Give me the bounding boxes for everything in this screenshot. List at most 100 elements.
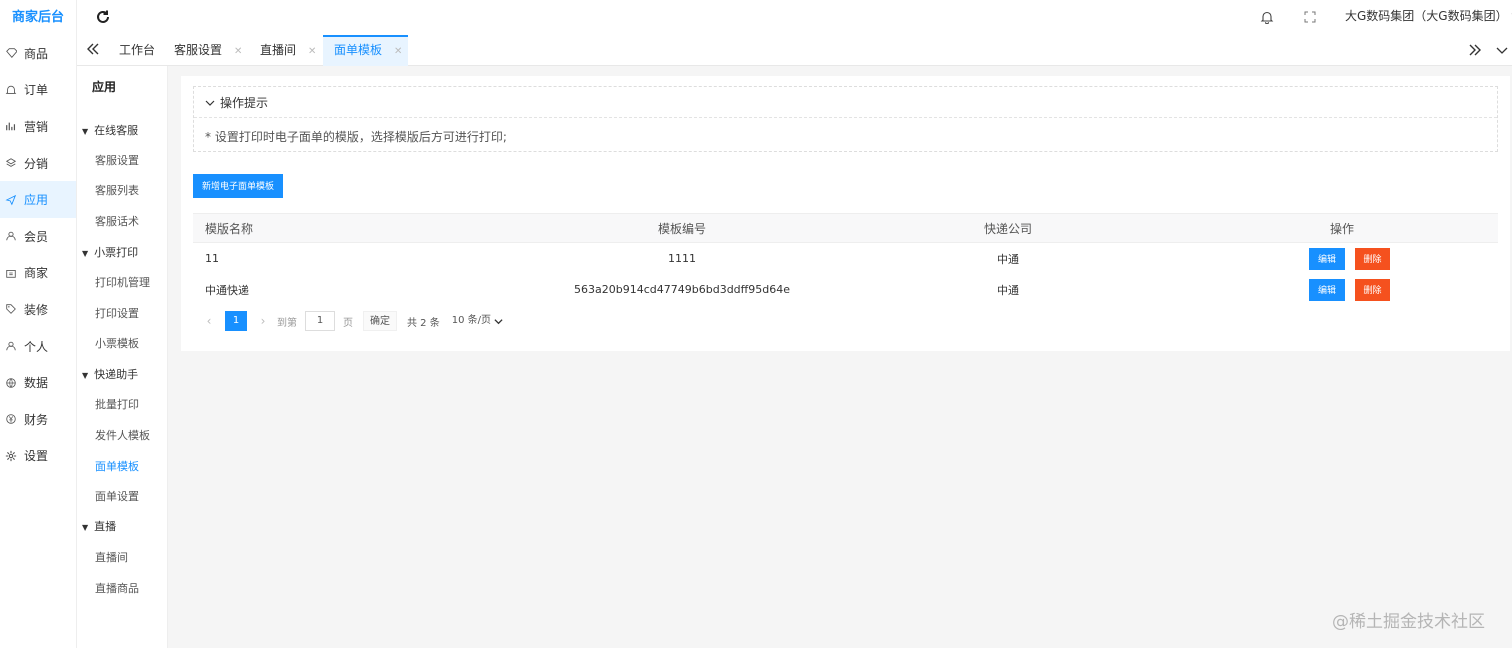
sub-item-print-settings[interactable]: 打印设置 (95, 305, 139, 321)
edit-button[interactable]: 编辑 (1309, 278, 1345, 301)
diamond-icon (4, 46, 18, 60)
chevron-right-icon[interactable]: › (257, 314, 269, 328)
store-icon (4, 266, 18, 280)
delete-button[interactable]: 删除 (1355, 278, 1390, 301)
chart-icon (4, 119, 18, 133)
main-nav-item[interactable]: 设置 (0, 438, 76, 475)
main-nav-label: 数据 (24, 376, 49, 391)
cell-name: 11 (205, 252, 219, 265)
sub-item-printer-manage[interactable]: 打印机管理 (95, 274, 150, 290)
column-header-corp: 快递公司 (983, 221, 1032, 236)
tip-box: 操作提示 * 设置打印时电子面单的模版，选择模版后方可进行打印; (193, 86, 1498, 152)
sub-item-service-list[interactable]: 客服列表 (95, 182, 139, 198)
layers-icon (4, 156, 18, 170)
send-icon (4, 193, 18, 207)
bell-icon[interactable] (1260, 10, 1274, 24)
cell-corp: 中通 (997, 283, 1019, 297)
cell-code: 1111 (668, 252, 696, 265)
sub-item-batch-print[interactable]: 批量打印 (95, 396, 139, 412)
total-count: 共 2 条 (407, 317, 440, 329)
triangle-down-icon: ▼ (82, 127, 89, 136)
tip-header[interactable]: 操作提示 (205, 94, 268, 111)
yen-icon (4, 412, 18, 426)
user-menu[interactable]: 大G数码集团（大G数码集团）▼ (1345, 0, 1512, 35)
pagination: ‹ 1 › 到第 1 页 确定 共 2 条 10 条/页 (203, 310, 507, 332)
page-1-button[interactable]: 1 (225, 311, 247, 331)
triangle-down-icon: ▼ (82, 249, 89, 258)
double-chevron-left-icon[interactable] (85, 41, 101, 57)
bell-icon (4, 83, 18, 97)
content-panel: 操作提示 * 设置打印时电子面单的模版，选择模版后方可进行打印; 新增电子面单模… (181, 76, 1510, 351)
sub-item-waybill-settings[interactable]: 面单设置 (95, 488, 139, 504)
main-nav-item[interactable]: 会员 (0, 218, 76, 255)
goto-confirm-button[interactable]: 确定 (363, 311, 397, 331)
goto-page-input[interactable]: 1 (305, 311, 335, 331)
tag-icon (4, 302, 18, 316)
person-icon (4, 339, 18, 353)
sub-item-service-settings[interactable]: 客服设置 (95, 152, 139, 168)
fullscreen-icon[interactable] (1303, 10, 1317, 24)
group-receipt-print[interactable]: ▼ 小票打印 (82, 244, 138, 260)
group-express-helper[interactable]: ▼ 快递助手 (82, 366, 138, 382)
template-table: 模版名称 模板编号 快递公司 操作 11 1111 中通 编辑 删除 中通快递 … (193, 213, 1498, 305)
main-nav-item[interactable]: 商家 (0, 255, 76, 292)
user-name: 大G数码集团（大G数码集团） (1345, 9, 1508, 23)
user-icon (4, 229, 18, 243)
goto-label: 到第 (277, 317, 297, 329)
chevron-down-icon[interactable] (1495, 43, 1509, 57)
main-nav: 商品订单营销分销应用会员商家装修 个人数据财务设置 (0, 35, 76, 474)
sub-item-receipt-template[interactable]: 小票模板 (95, 335, 139, 351)
table-row: 中通快递 563a20b914cd47749b6bd3ddff95d64e 中通… (193, 274, 1498, 305)
tabs-bar: 工作台 客服设置 ✕ 直播间 ✕ 面单模板 ✕ (77, 35, 1512, 66)
triangle-down-icon: ▼ (82, 371, 89, 380)
close-icon[interactable]: ✕ (394, 46, 402, 57)
sub-item-live-products[interactable]: 直播商品 (95, 580, 139, 596)
close-icon[interactable]: ✕ (234, 46, 242, 57)
edit-button[interactable]: 编辑 (1309, 247, 1345, 270)
sub-item-sender-template[interactable]: 发件人模板 (95, 427, 150, 443)
tip-body: * 设置打印时电子面单的模版，选择模版后方可进行打印; (205, 130, 507, 144)
sub-item-waybill-template[interactable]: 面单模板 (95, 458, 139, 474)
delete-button[interactable]: 删除 (1355, 247, 1390, 270)
tip-divider (194, 117, 1497, 118)
tab-waybill-template[interactable]: 面单模板 ✕ (323, 35, 408, 66)
main-nav-label: 订单 (24, 83, 49, 98)
refresh-icon[interactable] (95, 9, 111, 25)
main-nav-item[interactable]: 财务 (0, 401, 76, 438)
tab-workbench[interactable]: 工作台 (119, 35, 155, 66)
main-nav-label: 商家 (24, 266, 49, 281)
double-chevron-right-icon[interactable] (1467, 42, 1483, 58)
sub-item-live-room[interactable]: 直播间 (95, 549, 128, 565)
main-nav-label: 分销 (24, 156, 49, 171)
page-size-select[interactable]: 10 条/页 (448, 311, 507, 331)
globe-icon (4, 376, 18, 390)
tab-live-room[interactable]: 直播间 ✕ (260, 35, 316, 66)
gear-icon (4, 449, 18, 463)
cell-name: 中通快递 (205, 283, 249, 297)
main-nav-item[interactable]: 装修 (0, 291, 76, 328)
table-header: 模版名称 模板编号 快递公司 操作 (193, 213, 1498, 243)
close-icon[interactable]: ✕ (308, 46, 316, 57)
main-nav-item[interactable]: 商品 (0, 35, 76, 72)
main-nav-item[interactable]: 营销 (0, 108, 76, 145)
brand-title[interactable]: 商家后台 (0, 0, 76, 35)
main-nav-item[interactable]: 个人 (0, 328, 76, 365)
sub-sidebar-title: 应用 (92, 80, 117, 94)
chevron-down-icon (205, 100, 215, 106)
add-waybill-template-button[interactable]: 新增电子面单模板 (193, 174, 283, 198)
group-online-service[interactable]: ▼ 在线客服 (82, 122, 138, 138)
tab-service-settings[interactable]: 客服设置 ✕ (174, 35, 242, 66)
chevron-down-icon (494, 318, 503, 324)
table-row: 11 1111 中通 编辑 删除 (193, 243, 1498, 274)
main-nav-item[interactable]: 分销 (0, 145, 76, 182)
column-header-code: 模板编号 (657, 221, 706, 236)
main-nav-label: 会员 (24, 229, 49, 244)
main-nav-item[interactable]: 应用 (0, 181, 76, 218)
column-header-actions: 操作 (1329, 221, 1354, 236)
group-live[interactable]: ▼ 直播 (82, 518, 116, 534)
sub-item-service-scripts[interactable]: 客服话术 (95, 213, 139, 229)
main-nav-item[interactable]: 数据 (0, 364, 76, 401)
main-nav-item[interactable]: 订单 (0, 72, 76, 109)
chevron-left-icon[interactable]: ‹ (203, 314, 215, 328)
main-nav-label: 财务 (24, 412, 49, 427)
